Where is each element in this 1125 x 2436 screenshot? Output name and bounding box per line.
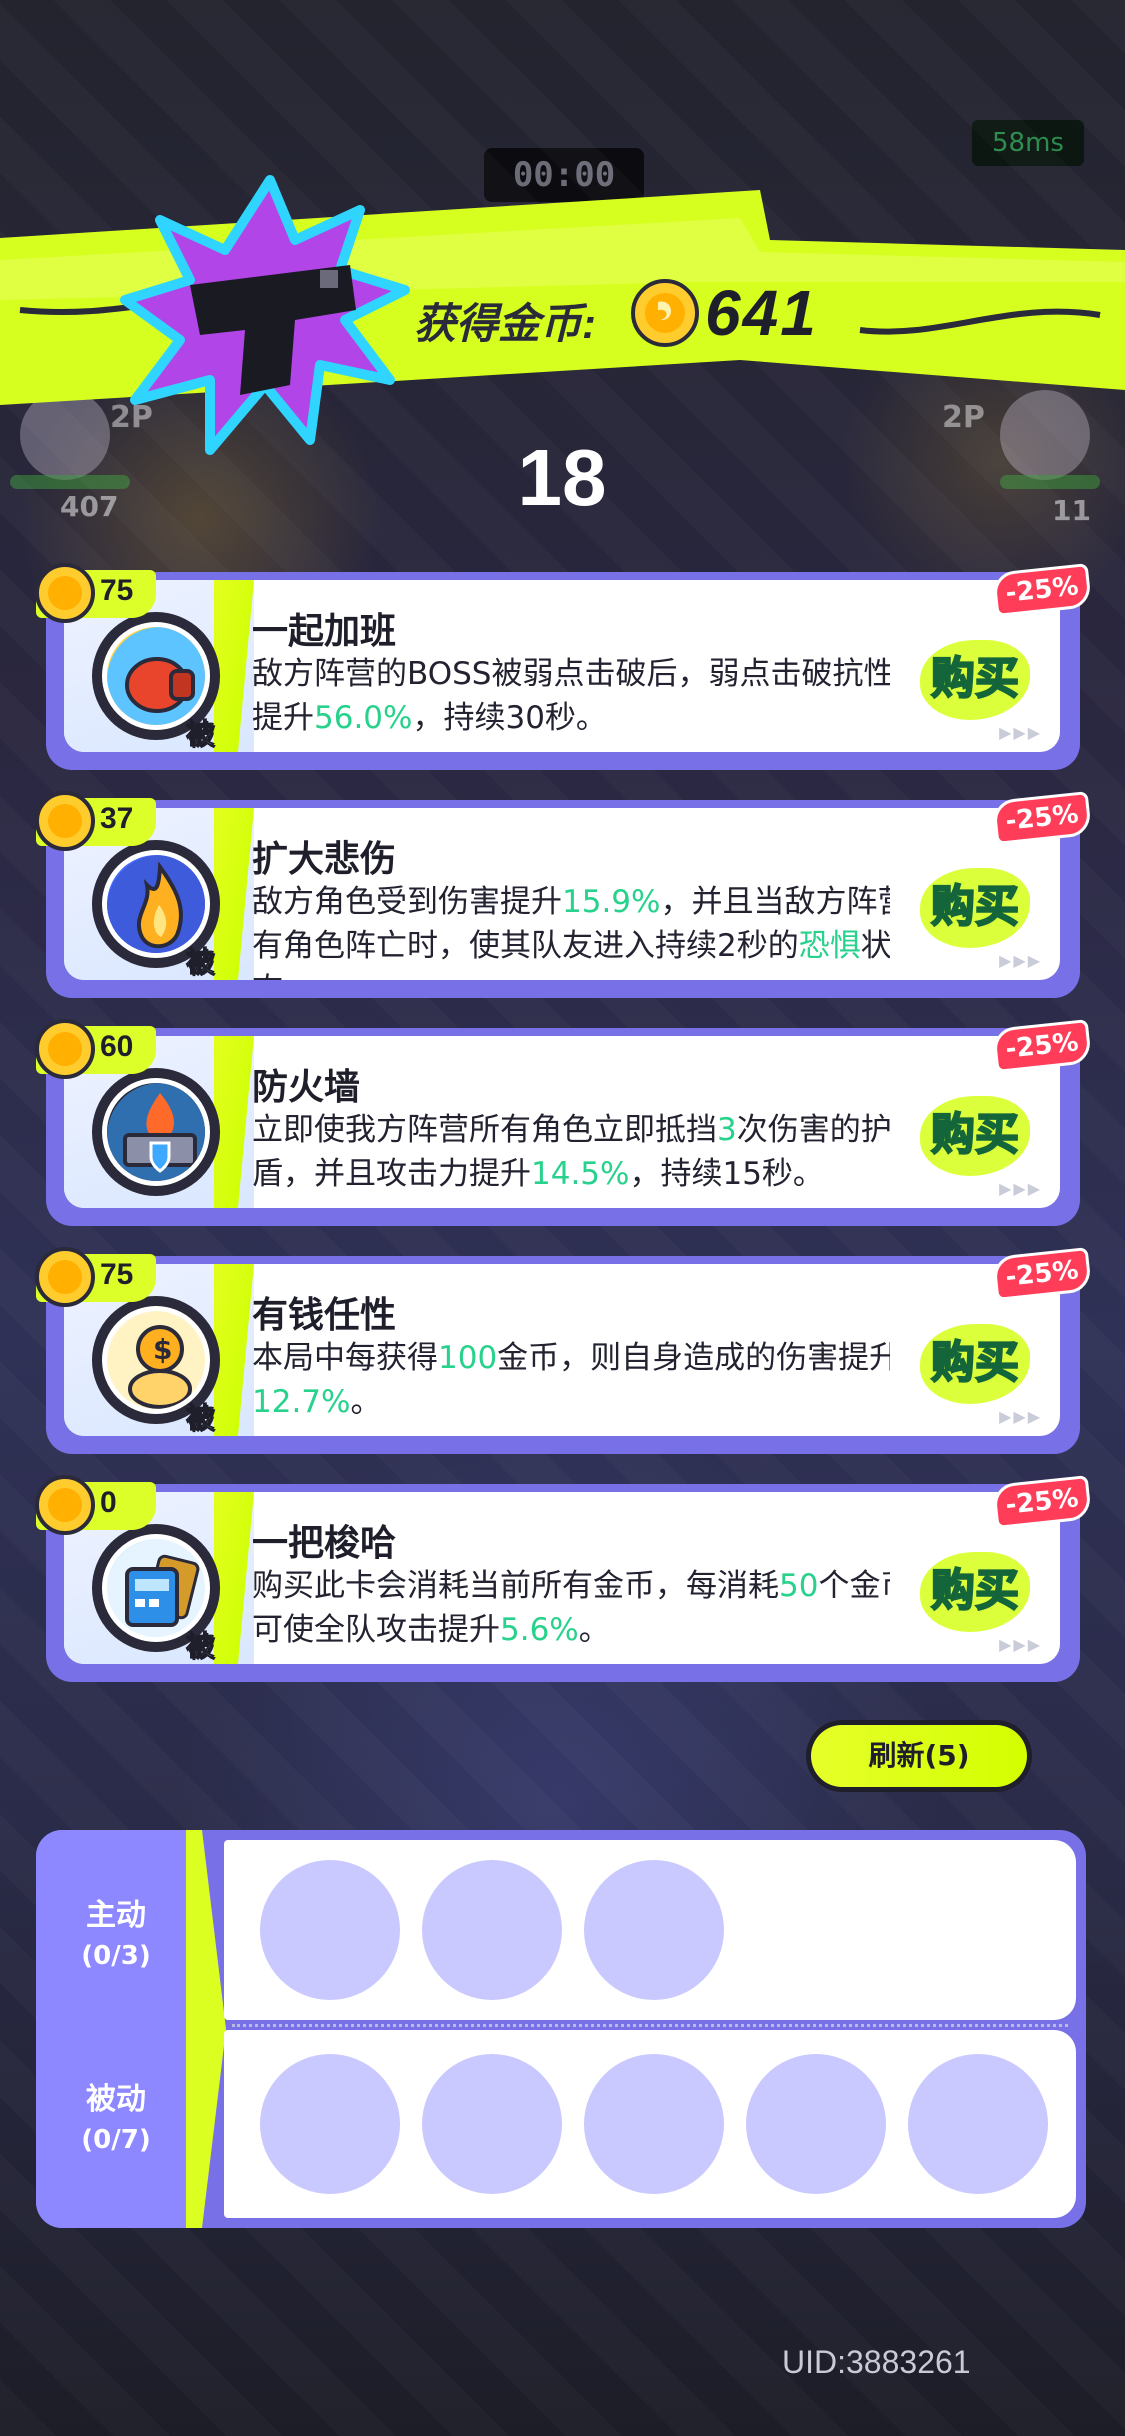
passive-badge: 被 xyxy=(185,1629,215,1663)
price-tag: 0 xyxy=(35,1475,156,1535)
slots-accent-stripe xyxy=(186,1830,226,2228)
passive-slot[interactable] xyxy=(260,2054,400,2194)
passive-slot[interactable] xyxy=(422,2054,562,2194)
buy-button-label: 购买 xyxy=(930,653,1020,704)
card-title: 防火墙 xyxy=(252,1067,361,1108)
price-value: 0 xyxy=(100,1486,117,1519)
active-slot[interactable] xyxy=(584,1860,724,2000)
player-hp-left xyxy=(10,475,130,489)
passive-badge: 被 xyxy=(185,1401,215,1435)
card-title: 扩大悲伤 xyxy=(252,839,397,880)
skill-card: 一起加班 敌方阵营的BOSS被弱点击破后，弱点击破抗性提升56.0%，持续30秒… xyxy=(35,563,1093,772)
card-description: 立即使我方阵营所有角色立即抵挡3次伤害的护盾，并且攻击力提升14.5%，持续15… xyxy=(252,1112,892,1192)
price-value: 75 xyxy=(100,1258,134,1291)
gold-coin-icon xyxy=(630,278,700,348)
svg-text:$: $ xyxy=(153,1333,172,1366)
player-hp-right xyxy=(1000,475,1100,489)
passive-slot[interactable] xyxy=(746,2054,886,2194)
card-description: 购买此卡会消耗当前所有金币，每消耗50个金币可使全队攻击提升5.6%。 xyxy=(252,1568,912,1648)
price-value: 37 xyxy=(100,802,134,835)
passive-count: (0/7) xyxy=(81,2125,151,2155)
user-id: UID:3883261 xyxy=(782,2344,971,2380)
active-slot[interactable] xyxy=(260,1860,400,2000)
price-tag: 37 xyxy=(35,791,156,851)
coin-icon xyxy=(35,563,95,623)
decorative-dots: ▶▶▶ xyxy=(999,1407,1042,1426)
active-label: 主动 xyxy=(86,1898,146,1933)
price-tag: 75 xyxy=(35,1247,156,1307)
equipped-slots-panel: 主动 (0/3) 被动 (0/7) xyxy=(36,1830,1086,2228)
coin-icon xyxy=(35,1019,95,1079)
skill-card: 防火墙 立即使我方阵营所有角色立即抵挡3次伤害的护盾，并且攻击力提升14.5%，… xyxy=(35,1019,1093,1228)
gold-earned-value: 641 xyxy=(705,277,818,349)
decorative-dots: ▶▶▶ xyxy=(999,723,1042,742)
passive-slot[interactable] xyxy=(584,2054,724,2194)
buy-button-label: 购买 xyxy=(930,1565,1020,1616)
decorative-dots: ▶▶▶ xyxy=(999,951,1042,970)
active-slot[interactable] xyxy=(422,1860,562,2000)
price-value: 75 xyxy=(100,574,134,607)
price-tag: 60 xyxy=(35,1019,156,1079)
pistol-icon xyxy=(120,175,410,455)
passive-slot[interactable] xyxy=(908,2054,1048,2194)
card-description: 本局中每获得100金币，则自身造成的伤害提升12.7%。 xyxy=(252,1340,901,1420)
card-title: 一起加班 xyxy=(252,611,397,652)
refresh-button-label: 刷新(5) xyxy=(811,1725,1027,1787)
card-title: 有钱任性 xyxy=(252,1295,397,1336)
price-tag: 75 xyxy=(35,563,156,623)
player-gold-right: 11 xyxy=(1052,494,1091,527)
passive-slot-row xyxy=(224,2030,1076,2218)
decorative-dots: ▶▶▶ xyxy=(999,1179,1042,1198)
refresh-button[interactable]: 刷新(5) xyxy=(806,1720,1032,1792)
card-description: 敌方阵营的BOSS被弱点击破后，弱点击破抗性提升56.0%，持续30秒。 xyxy=(252,656,895,736)
active-count: (0/3) xyxy=(81,1941,151,1971)
passive-badge: 被 xyxy=(185,717,215,751)
row-divider xyxy=(232,2024,1068,2027)
slots-side-panel xyxy=(36,1830,196,2228)
ping-indicator: 58ms xyxy=(972,120,1084,166)
active-slot-row xyxy=(224,1840,1076,2020)
passive-badge: 被 xyxy=(185,945,215,979)
player-gold-left: 407 xyxy=(60,490,119,523)
gun-emblem xyxy=(120,170,410,460)
buy-button-label: 购买 xyxy=(930,881,1020,932)
active-row-label: 主动 (0/3) xyxy=(36,1896,196,1976)
decorative-dots: ▶▶▶ xyxy=(999,1635,1042,1654)
passive-row-label: 被动 (0/7) xyxy=(36,2080,196,2160)
coin-icon xyxy=(35,791,95,851)
skill-card: 扩大悲伤 敌方角色受到伤害提升15.9%，并且当敌方阵营有角色阵亡时，使其队友进… xyxy=(35,791,1093,1000)
price-value: 60 xyxy=(100,1030,134,1063)
skill-card: 一把梭哈 购买此卡会消耗当前所有金币，每消耗50个金币可使全队攻击提升5.6%。… xyxy=(35,1475,1093,1684)
card-title: 一把梭哈 xyxy=(252,1523,397,1564)
gold-earned-label: 获得金币: xyxy=(414,300,596,347)
coin-icon xyxy=(35,1475,95,1535)
buy-button-label: 购买 xyxy=(930,1337,1020,1388)
buy-button-label: 购买 xyxy=(930,1109,1020,1160)
shop-countdown: 18 xyxy=(517,433,607,522)
skill-card: 有钱任性 本局中每获得100金币，则自身造成的伤害提升12.7%。 $ 被 75… xyxy=(35,1247,1093,1456)
coin-icon xyxy=(35,1247,95,1307)
passive-label: 被动 xyxy=(86,2082,146,2117)
firewall-icon xyxy=(92,1068,220,1196)
card-description: 敌方角色受到伤害提升15.9%，并且当敌方阵营有角色阵亡时，使其队友进入持续2秒… xyxy=(252,884,909,980)
